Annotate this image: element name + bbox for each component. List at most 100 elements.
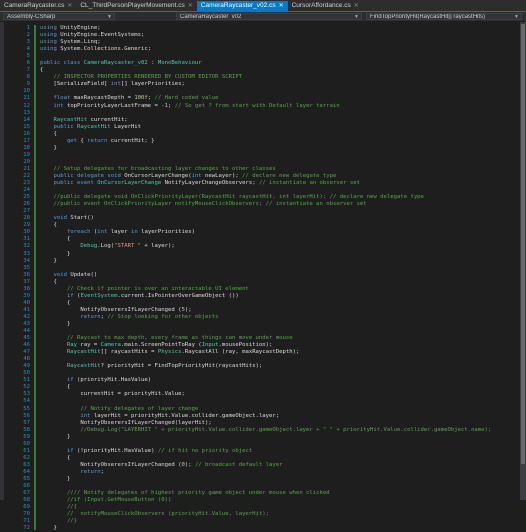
code-token: int (97, 229, 108, 236)
code-line[interactable] (40, 88, 520, 95)
code-line[interactable]: Debug.Log("START " + layer); (40, 243, 520, 250)
close-icon[interactable]: ✕ (279, 1, 284, 11)
code-line[interactable]: //if (Input.GetMouseButton (0)) (40, 497, 520, 504)
code-line[interactable]: get { return currentHit; } (40, 138, 520, 145)
code-line[interactable]: //} (40, 518, 520, 525)
code-line[interactable]: using System.Collections.Generic; (40, 46, 520, 53)
code-line[interactable]: return; // Stop looking for other object… (40, 314, 520, 321)
code-line[interactable]: public RaycastHit LayerHit (40, 124, 520, 131)
code-token: using (40, 39, 57, 46)
code-line[interactable] (40, 328, 520, 335)
code-line[interactable] (40, 370, 520, 377)
code-line[interactable]: //Debug.Log("LAYERHIT " + priorityHit.Va… (40, 427, 520, 434)
line-number: 11 (23, 95, 30, 102)
code-line[interactable]: if (EventSystem.current.IsPointerOverGam… (40, 293, 520, 300)
code-token: Camera (100, 342, 121, 349)
code-line[interactable] (40, 53, 520, 60)
code-line[interactable] (40, 483, 520, 490)
code-line[interactable]: { (40, 222, 520, 229)
code-token: OnCursorLayerChange( (124, 172, 192, 179)
code-line[interactable]: void Start() (40, 215, 520, 222)
code-line[interactable]: //public delegate void OnClickPriorityLa… (40, 194, 520, 201)
code-line[interactable] (40, 398, 520, 405)
vertical-scrollbar[interactable] (520, 22, 526, 500)
code-line[interactable]: RaycastHit? priorityHit = FindTopPriorit… (40, 363, 520, 370)
line-number: 39 (23, 292, 30, 299)
code-line[interactable] (40, 152, 520, 159)
code-line[interactable]: RaycastHit currentHit; (40, 117, 520, 124)
line-number: 55 (23, 405, 30, 412)
code-line[interactable] (40, 187, 520, 194)
code-line[interactable]: //public event OnClickPriorityLayer noti… (40, 201, 520, 208)
code-line[interactable]: // Notify delegates of layer change (40, 406, 520, 413)
tab-1[interactable]: CL_ThirdPersonPlayerMovement.cs ✕ (76, 1, 196, 11)
code-line[interactable]: } (40, 251, 520, 258)
code-token: -1 (161, 102, 168, 109)
code-line[interactable]: { (40, 67, 520, 74)
code-line[interactable]: { (40, 384, 520, 391)
tab-2[interactable]: CameraRaycaster_v02.cs ✕ (196, 1, 288, 11)
close-icon[interactable]: ✕ (354, 1, 359, 11)
code-line[interactable]: } (40, 145, 520, 152)
code-line[interactable] (40, 356, 520, 363)
tab-0[interactable]: CameraRaycaster.cs ✕ (0, 1, 76, 11)
code-line[interactable]: NotifyObserersIfLayerChanged (0); // bro… (40, 462, 520, 469)
scrollbar-thumb[interactable] (521, 24, 525, 464)
code-line[interactable]: //// Notify delegates of highest priorit… (40, 490, 520, 497)
code-line[interactable]: { (40, 455, 520, 462)
code-line[interactable]: // INSPECTOR PROPERTIES RENDERED BY CUST… (40, 74, 520, 81)
code-line[interactable]: NotifyObserersIfLayerChanged(layerHit); (40, 420, 520, 427)
line-number: 36 (23, 271, 30, 278)
code-line[interactable]: if (!priorityHit.HasValue) // if hit no … (40, 448, 520, 455)
code-line[interactable]: using System.Linq; (40, 39, 520, 46)
code-line[interactable]: // Raycast to max depth, every frame as … (40, 335, 520, 342)
code-line[interactable]: public delegate void OnCursorLayerChange… (40, 173, 520, 180)
code-line[interactable] (40, 110, 520, 117)
class-label: CameraRaycaster_v02 (180, 14, 242, 20)
code-line[interactable]: float maxRaycastDepth = 100f; // Hard co… (40, 95, 520, 102)
code-line[interactable] (40, 208, 520, 215)
code-line[interactable]: public class CameraRaycaster_v02 : MonoB… (40, 60, 520, 67)
code-line[interactable] (40, 265, 520, 272)
member-dropdown[interactable]: FindTopPriorityHit(RaycastHit[] raycastH… (366, 13, 522, 20)
code-token: // instantiate an observer set (258, 180, 360, 187)
code-line[interactable] (40, 159, 520, 166)
tab-3[interactable]: CursorAffordance.cs ✕ (288, 1, 363, 11)
code-line[interactable] (40, 441, 520, 448)
code-line[interactable]: // Setup delegates for broadcasting laye… (40, 166, 520, 173)
code-line[interactable]: } (40, 258, 520, 265)
code-line[interactable]: // Check if pointer is over an interacta… (40, 286, 520, 293)
code-line[interactable]: { (40, 300, 520, 307)
code-line[interactable]: foreach (int layer in layerPriorities) (40, 229, 520, 236)
code-line[interactable]: } (40, 321, 520, 328)
code-line[interactable]: currentHit = priorityHit.Value; (40, 391, 520, 398)
code-line[interactable]: //{ (40, 504, 520, 511)
code-line[interactable]: using UnityEngine; (40, 25, 520, 32)
code-line[interactable]: RaycastHit[] raycastHits = Physics.Rayca… (40, 349, 520, 356)
code-line[interactable]: Ray ray = Camera.main.ScreenPointToRay (… (40, 342, 520, 349)
close-icon[interactable]: ✕ (188, 1, 193, 11)
code-line[interactable]: int layerHit = priorityHit.Value.collide… (40, 413, 520, 420)
code-token: ; (168, 102, 175, 109)
close-icon[interactable]: ✕ (67, 1, 72, 11)
code-line[interactable]: } (40, 525, 520, 532)
code-line[interactable]: void Update() (40, 272, 520, 279)
code-line[interactable]: NotifyObserersIfLayerChanged (5); (40, 307, 520, 314)
code-line[interactable]: int topPriorityLayerLastFrame = -1; // S… (40, 103, 520, 110)
code-line[interactable]: } (40, 476, 520, 483)
code-editor[interactable]: 1 2 3 4 5 6 7 8 9 10 11 12 13 14 15 16 17 18 19 20 21 22 23 24 2… (0, 22, 526, 531)
code-text[interactable]: using UnityEngine; using UnityEngine.Even… (40, 25, 520, 532)
code-line[interactable]: if (priorityHit.HasValue) (40, 377, 520, 384)
code-line[interactable]: } (40, 434, 520, 441)
navigation-bar: Assembly-CSharp ▼ CameraRaycaster_v02 ▼ … (0, 12, 526, 21)
code-line[interactable]: return; (40, 469, 520, 476)
code-line[interactable]: { (40, 131, 520, 138)
code-line[interactable]: { (40, 236, 520, 243)
project-dropdown[interactable]: Assembly-CSharp ▼ (3, 13, 115, 20)
code-line[interactable]: public event OnCursorLayerChange NotifyL… (40, 180, 520, 187)
code-line[interactable]: [SerializeField] int[] layerPriorities; (40, 81, 520, 88)
class-dropdown[interactable]: CameraRaycaster_v02 ▼ (176, 13, 362, 20)
code-line[interactable]: // notifyMouseClickObservers (priorityHi… (40, 511, 520, 518)
code-line[interactable]: using UnityEngine.EventSystems; (40, 32, 520, 39)
code-line[interactable]: { (40, 279, 520, 286)
